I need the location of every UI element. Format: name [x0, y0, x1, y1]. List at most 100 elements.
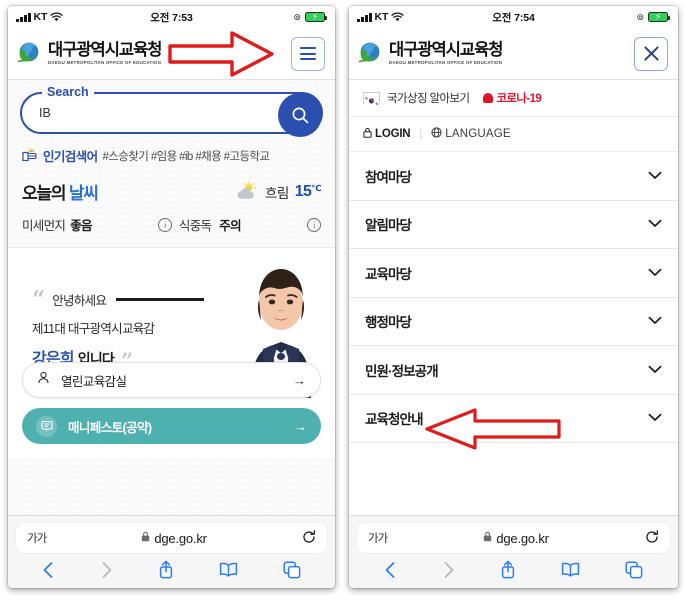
info-circle-icon[interactable]: i — [157, 217, 172, 232]
national-symbol-link[interactable]: 국가상징 알아보기 — [387, 90, 470, 106]
menu-item-label: 교육마당 — [365, 266, 412, 282]
back-chevron-icon[interactable] — [384, 561, 397, 579]
globe-logo-icon — [17, 41, 42, 66]
site-title-en: DAEGU METROPOLITAN OFFICE OF EDUCATION — [389, 59, 503, 65]
address-bar[interactable]: 가가 dge.go.kr — [16, 523, 327, 553]
link-row-open-office[interactable]: 열린교육감실 → — [22, 362, 321, 398]
site-title-en: DAEGU METROPOLITAN OFFICE OF EDUCATION — [48, 59, 162, 65]
left-phone-screenshot: KT 오전 7:53 ⊚ ⚡ 대구광역시교육청 DAEGU METROPOLIT… — [0, 0, 343, 600]
menu-item-participation[interactable]: 참여마당 — [349, 152, 678, 201]
tabs-icon[interactable] — [625, 560, 643, 579]
link-label: 매니페스토(공약) — [68, 420, 152, 435]
status-right-group: ⊚ ⚡ — [293, 11, 327, 23]
text-size-button[interactable]: 가가 — [368, 530, 388, 546]
popular-keyword-icon — [22, 148, 38, 163]
hamburger-menu-icon[interactable] — [291, 36, 325, 71]
main-menu-list: 참여마당 알림마당 교육마당 행정마당 민원·정보공개 교육청안내 — [349, 152, 678, 489]
right-site-header: 대구광역시교육청 DAEGU METROPOLITAN OFFICE OF ED… — [349, 28, 678, 80]
menu-list-spacer — [349, 443, 678, 489]
book-icon[interactable] — [561, 562, 580, 577]
popular-keywords-title: 인기검색어 — [43, 150, 98, 164]
url-text: dge.go.kr — [496, 530, 549, 546]
tabs-icon[interactable] — [283, 560, 301, 579]
food-poisoning-group: i 식중독 주의 — [157, 215, 242, 234]
link-row-manifesto[interactable]: 매니페스토(공약) → — [22, 408, 321, 444]
status-left-group: KT — [16, 11, 63, 23]
hamburger-bar — [300, 52, 316, 55]
menu-item-education[interactable]: 교육마당 — [349, 249, 678, 298]
share-icon[interactable] — [500, 560, 516, 579]
magnifier-icon — [292, 107, 308, 123]
superintendent-greeting-card: “ 안녕하세요 제11대 대구광역시교육감 강은희 입니다. ” 열린교육감실 … — [8, 247, 335, 458]
left-page-body: Search IB 인기검색어 #스승찾기 #임용 #ib #채용 #고등학교 — [8, 80, 335, 538]
login-button[interactable]: LOGIN — [363, 127, 411, 141]
url-display[interactable]: dge.go.kr — [483, 529, 549, 547]
close-x-icon[interactable] — [634, 36, 668, 71]
dust-label: 미세먼지 — [22, 219, 66, 233]
search-input[interactable]: IB — [22, 106, 51, 120]
wifi-icon — [391, 12, 404, 22]
left-browser-chrome: 가가 dge.go.kr — [8, 515, 335, 588]
greeting-quote: “ 안녕하세요 제11대 대구광역시교육감 강은희 입니다. ” — [32, 285, 205, 371]
share-icon[interactable] — [158, 560, 174, 579]
info-circle-icon[interactable]: i — [306, 218, 321, 232]
chevron-down-icon — [648, 312, 662, 330]
weather-top-row: 오늘의 날씨 흐림 15℃ — [22, 179, 322, 204]
menu-item-notice[interactable]: 알림마당 — [349, 201, 678, 249]
weather-title-prefix: 오늘의 — [22, 184, 69, 203]
right-status-bar: KT 오전 7:54 ⊚ ⚡ — [349, 6, 678, 28]
left-screen: KT 오전 7:53 ⊚ ⚡ 대구광역시교육청 DAEGU METROPOLIT… — [8, 6, 335, 588]
weather-section: 오늘의 날씨 흐림 15℃ 미세먼지 좋음 i 식중독 주의 i — [8, 165, 335, 234]
right-screen: KT 오전 7:54 ⊚ ⚡ 대구광역시교육청 DAEGU METROPOLIT… — [349, 6, 678, 588]
search-button[interactable] — [278, 93, 322, 137]
arrow-right-icon: → — [294, 418, 307, 434]
person-icon — [37, 371, 50, 389]
weather-temperature: 15℃ — [295, 183, 322, 201]
search-section: Search IB — [8, 80, 335, 137]
chevron-down-icon — [648, 264, 662, 282]
site-logo[interactable]: 대구광역시교육청 DAEGU METROPOLITAN OFFICE OF ED… — [358, 41, 503, 66]
sun-cloud-icon — [235, 181, 259, 201]
weather-title-accent: 날씨 — [68, 184, 99, 203]
battery-charging-icon: ⚡ — [305, 11, 327, 23]
language-button[interactable]: LANGUAGE — [431, 127, 511, 141]
search-field[interactable]: Search IB — [20, 85, 323, 137]
weather-bottom-row: 미세먼지 좋음 i 식중독 주의 i — [22, 215, 321, 234]
popular-keywords-tags[interactable]: #스승찾기 #임용 #ib #채용 #고등학교 — [103, 148, 270, 164]
site-logo-text: 대구광역시교육청 DAEGU METROPOLITAN OFFICE OF ED… — [48, 42, 162, 65]
reload-icon[interactable] — [645, 529, 659, 547]
screenshot-root: KT 오전 7:53 ⊚ ⚡ 대구광역시교육청 DAEGU METROPOLIT… — [0, 0, 685, 600]
weather-condition: 흐림 — [265, 185, 289, 201]
menu-item-label: 행정마당 — [365, 315, 412, 331]
site-logo-text: 대구광역시교육청 DAEGU METROPOLITAN OFFICE OF ED… — [389, 41, 503, 65]
menu-item-label: 민원·정보공개 — [365, 363, 439, 379]
battery-charging-icon: ⚡ — [648, 11, 670, 23]
site-logo[interactable]: 대구광역시교육청 DAEGU METROPOLITAN OFFICE OF ED… — [17, 41, 162, 66]
back-chevron-icon[interactable] — [42, 561, 55, 579]
greeting-line-1: “ 안녕하세요 — [32, 285, 205, 313]
hamburger-bar — [300, 47, 316, 49]
greeting-text-1: 안녕하세요 — [52, 294, 107, 308]
chevron-down-icon — [648, 409, 662, 427]
url-text: dge.go.kr — [154, 530, 207, 546]
signal-bars-icon — [16, 12, 31, 22]
chevron-down-icon — [648, 215, 662, 233]
menu-item-administration[interactable]: 행정마당 — [349, 298, 678, 346]
book-icon[interactable] — [219, 562, 238, 577]
carrier-label: KT — [374, 11, 389, 23]
corona-link[interactable]: 코로나-19 — [483, 90, 542, 106]
chevron-down-icon — [648, 167, 662, 185]
site-title-ko: 대구광역시교육청 — [389, 41, 503, 60]
language-label: LANGUAGE — [445, 128, 511, 140]
address-bar[interactable]: 가가 dge.go.kr — [357, 523, 670, 553]
forward-chevron-icon — [442, 561, 455, 579]
open-quote-icon: “ — [32, 285, 46, 313]
corona-label: 코로나-19 — [496, 93, 542, 105]
menu-item-office-info[interactable]: 교육청안내 — [349, 395, 678, 443]
menu-item-civil-affairs[interactable]: 민원·정보공개 — [349, 346, 678, 395]
reload-icon[interactable] — [302, 529, 316, 547]
utility-bar: LOGIN | LANGUAGE — [349, 117, 678, 152]
text-size-button[interactable]: 가가 — [27, 530, 47, 546]
url-display[interactable]: dge.go.kr — [141, 529, 207, 547]
search-label: Search — [42, 85, 94, 99]
